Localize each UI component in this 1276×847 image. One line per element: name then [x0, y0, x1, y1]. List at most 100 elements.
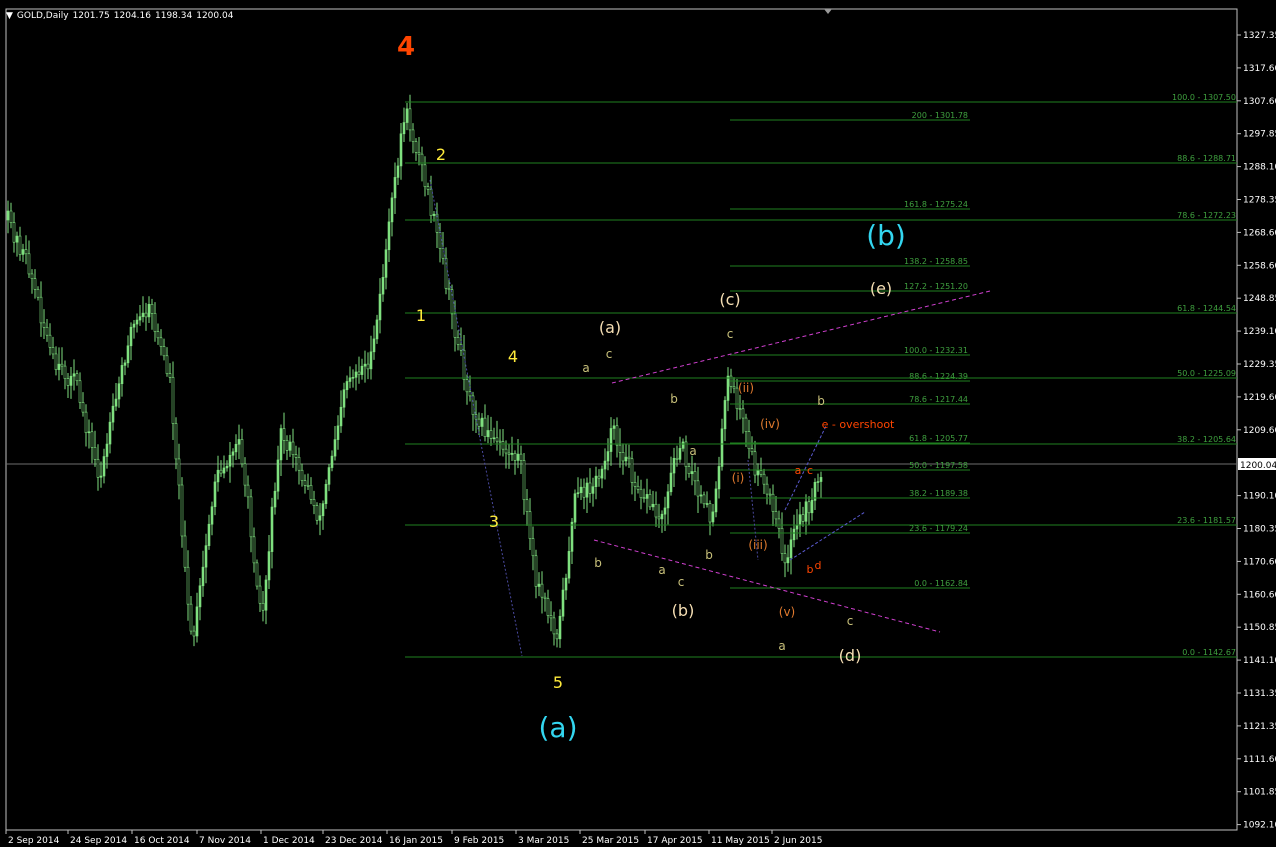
- candle-body: [567, 551, 571, 579]
- candle-body: [45, 326, 49, 336]
- candle-body: [360, 365, 364, 375]
- candle-body: [738, 408, 742, 410]
- candle-body: [750, 448, 754, 453]
- candle-body: [213, 481, 217, 508]
- candle-body: [432, 213, 436, 216]
- candle-body: [147, 303, 151, 318]
- time-tick-label: 16 Jan 2015: [389, 836, 443, 846]
- fib-level-label: 23.6 - 1179.24: [909, 524, 968, 533]
- plot-area-frame: [5, 8, 1238, 831]
- candle-body: [375, 319, 379, 340]
- candle-body: [519, 453, 523, 461]
- current-price-label: 1200.04: [1240, 461, 1276, 471]
- candle-body: [192, 630, 196, 637]
- time-tick-label: 9 Feb 2015: [454, 836, 504, 846]
- candle-body: [90, 431, 94, 448]
- candle-body: [315, 505, 319, 521]
- candle-body: [765, 483, 769, 495]
- candle-body: [279, 428, 283, 461]
- chart-shift-icon[interactable]: [824, 9, 832, 14]
- candle-body: [75, 373, 79, 382]
- price-chart[interactable]: 100.0 - 1307.50 200 - 1301.78 88.6 - 1288.…: [0, 0, 1276, 847]
- candle-body: [579, 486, 583, 493]
- wave-label: a: [689, 444, 696, 458]
- candle-body: [330, 455, 334, 468]
- candle-body: [816, 481, 820, 483]
- plot-border: [5, 8, 1238, 831]
- candle-body: [18, 235, 22, 255]
- candle-body: [63, 365, 67, 379]
- price-tick-label: 1170.60: [1243, 557, 1276, 567]
- candle-body: [60, 363, 64, 367]
- candle-body: [762, 473, 766, 485]
- wave-label: d: [815, 559, 822, 572]
- wave-label: 2: [436, 145, 446, 164]
- candle-body: [552, 617, 556, 635]
- trend-line[interactable]: [611, 290, 991, 384]
- candle-body: [798, 514, 802, 526]
- candle-body: [624, 456, 628, 462]
- candle-body: [33, 278, 37, 290]
- candle-body: [732, 386, 736, 389]
- candle-body: [573, 493, 577, 523]
- candle-body: [636, 485, 640, 490]
- fib-level-label: 161.8 - 1275.24: [904, 200, 968, 209]
- candle-body: [615, 425, 619, 446]
- candle-body: [678, 448, 682, 460]
- wave-label: b: [817, 394, 825, 408]
- candle-body: [408, 108, 412, 131]
- wave-label: b: [594, 556, 602, 570]
- candle-body: [318, 515, 322, 521]
- candle-body: [36, 289, 40, 298]
- candle-body: [135, 319, 139, 325]
- candle-body: [513, 453, 517, 461]
- candle-body: [720, 428, 724, 467]
- candle-body: [225, 465, 229, 469]
- fib-level-label: 50.0 - 1225.09: [1177, 369, 1236, 378]
- candle-body: [480, 417, 484, 427]
- candle-body: [99, 475, 103, 478]
- candle-body: [492, 437, 496, 440]
- candle-body: [525, 499, 529, 512]
- candle-body: [42, 322, 46, 328]
- wave-label: a: [795, 464, 802, 477]
- candle-body: [252, 536, 256, 564]
- fib-level-label: 88.6 - 1224.39: [909, 372, 968, 381]
- time-tick-label: 11 May 2015: [711, 836, 770, 846]
- trend-line[interactable]: [593, 539, 941, 633]
- wave-label: (iii): [748, 538, 767, 552]
- candle-body: [807, 501, 811, 514]
- candle-body: [792, 528, 796, 541]
- candle-body: [495, 437, 499, 442]
- candle-body: [96, 459, 100, 478]
- candle-body: [705, 503, 709, 505]
- candle-body: [771, 493, 775, 512]
- candle-body: [777, 518, 781, 529]
- candle-body: [693, 471, 697, 482]
- fib-level-label: 38.2 - 1189.38: [909, 489, 968, 498]
- time-tick-label: 25 Mar 2015: [582, 836, 639, 846]
- time-tick-label: 7 Nov 2014: [199, 836, 251, 846]
- wave-label: a: [582, 361, 589, 375]
- price-tick-label: 1111.60: [1243, 755, 1276, 765]
- candle-body: [153, 313, 157, 332]
- candle-body: [399, 133, 403, 167]
- candle-body: [612, 425, 616, 429]
- candle-body: [255, 562, 259, 587]
- candle-body: [795, 525, 799, 530]
- candle-body: [6, 210, 10, 221]
- candle-body: [201, 566, 205, 587]
- candle-body: [384, 249, 388, 278]
- candle-body: [156, 331, 160, 339]
- price-tick-label: 1190.10: [1243, 492, 1276, 502]
- time-tick-label: 2 Jun 2015: [774, 836, 822, 846]
- wave-label: 4: [508, 347, 518, 366]
- candle-body: [453, 313, 457, 338]
- candle-body: [84, 411, 88, 434]
- candle-body: [273, 490, 277, 508]
- chart-window[interactable]: ▼ GOLD,Daily 1201.75 1204.16 1198.34 1200.04 …: [0, 0, 1276, 847]
- candle-body: [177, 458, 181, 486]
- candle-body: [456, 337, 460, 345]
- price-tick-label: 1278.35: [1243, 196, 1276, 206]
- candle-body: [303, 480, 307, 486]
